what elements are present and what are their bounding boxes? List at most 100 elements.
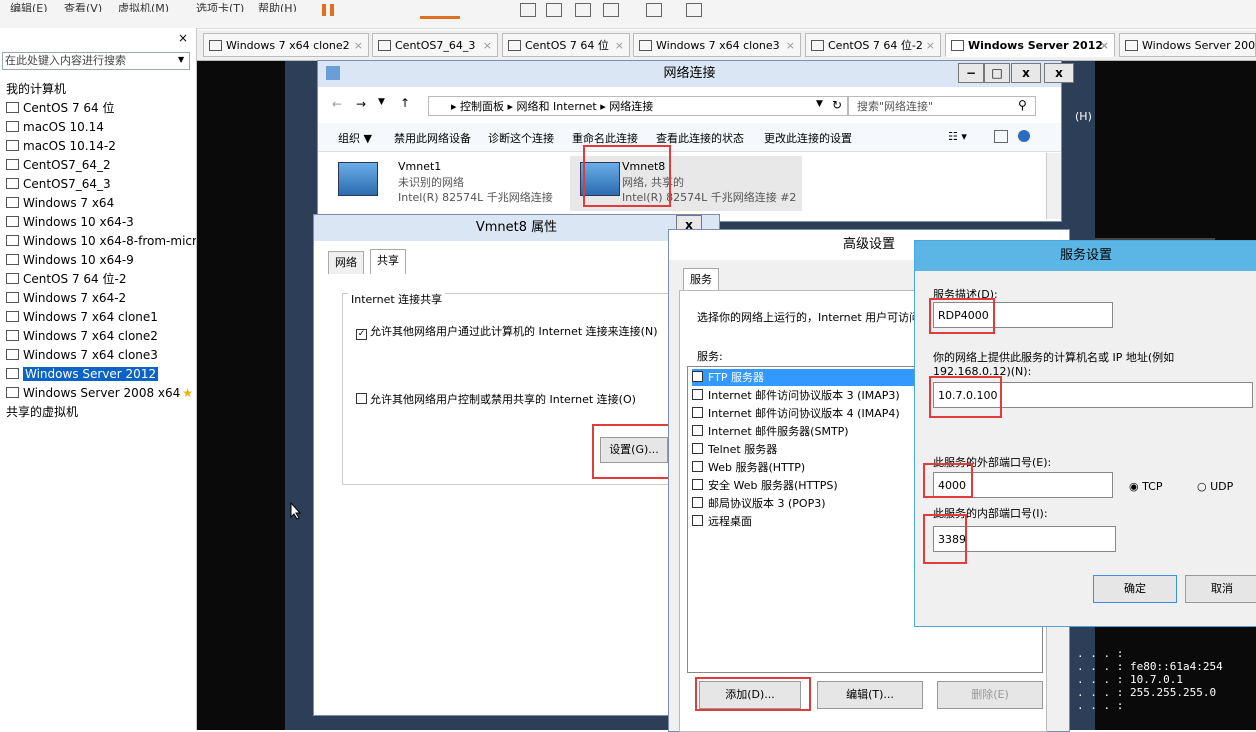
close-button[interactable]: x [1011, 63, 1041, 83]
menu-help[interactable]: 帮助(H) [258, 0, 297, 12]
up-icon[interactable]: ↑ [400, 96, 410, 110]
menu-view[interactable]: 查看(V) [64, 0, 102, 12]
list-item[interactable]: CentOS 7 64 位 [0, 99, 196, 118]
checkbox-unchecked[interactable] [692, 389, 703, 400]
back-icon[interactable]: ← [332, 97, 342, 111]
unity-icon[interactable] [546, 3, 562, 17]
list-item[interactable]: Windows 7 x64 clone3 [0, 346, 196, 365]
list-item[interactable]: Windows 10 x64-8-from-micro [0, 232, 196, 251]
close-icon[interactable]: × [178, 31, 188, 45]
radio-selected-icon[interactable]: ◉ [1129, 480, 1139, 493]
checkbox-unchecked[interactable] [356, 393, 367, 404]
checkbox-unchecked[interactable] [692, 443, 703, 454]
menu-tabs[interactable]: 选项卡(T) [196, 0, 244, 12]
close-icon[interactable]: × [615, 34, 624, 56]
breadcrumb[interactable]: ▸ 控制面板 ▸ 网络和 Internet ▸ 网络连接 [428, 96, 848, 116]
checkbox-unchecked[interactable] [692, 479, 703, 490]
list-item[interactable]: macOS 10.14-2 [0, 137, 196, 156]
chevron-down-icon[interactable]: ▼ [378, 97, 385, 107]
tcp-radio[interactable]: ◉ TCP [1129, 480, 1163, 493]
library-search-input[interactable]: 在此处键入内容进行搜索 [2, 52, 190, 70]
forward-icon[interactable]: → [356, 97, 366, 111]
checkbox-unchecked[interactable] [692, 371, 703, 382]
window-title-bar[interactable]: 网络连接 [318, 61, 1061, 87]
search-icon[interactable]: ⚲ [1018, 98, 1027, 112]
tab-sharing[interactable]: 共享 [370, 249, 406, 274]
list-item[interactable]: CentOS 7 64 位-2 [0, 270, 196, 289]
tree-shared[interactable]: 共享的虚拟机 [0, 403, 196, 422]
checkbox-unchecked[interactable] [692, 407, 703, 418]
menu-vm[interactable]: 虚拟机(M) [118, 0, 169, 12]
thumbnail-icon[interactable] [646, 3, 662, 17]
allow-control-checkbox[interactable]: 允许其他网络用户控制或禁用共享的 Internet 连接(O) [356, 391, 636, 407]
tab-centos7-64-2[interactable]: CentOS 7 64 位-2 × [805, 33, 941, 57]
scrollbar[interactable] [1046, 153, 1061, 219]
list-item[interactable]: Windows 7 x64 clone1 [0, 308, 196, 327]
organize-button[interactable]: 组织 ▼ [338, 130, 372, 146]
checkbox-unchecked[interactable] [692, 461, 703, 472]
change-settings-button[interactable]: 更改此连接的设置 [764, 130, 852, 146]
close-icon[interactable]: × [786, 34, 795, 56]
list-item[interactable]: Windows 10 x64-9 [0, 251, 196, 270]
console-view-icon[interactable] [575, 3, 591, 17]
list-item[interactable]: Windows 7 x64 [0, 194, 196, 213]
maximize-button[interactable]: □ [984, 63, 1010, 83]
checkbox-unchecked[interactable] [692, 425, 703, 436]
list-item[interactable]: CentOS7_64_2 [0, 156, 196, 175]
tab-windows7-clone2[interactable]: Windows 7 x64 clone2 × [203, 33, 369, 57]
list-item-selected[interactable]: Windows Server 2012 [0, 365, 196, 384]
allow-connect-checkbox[interactable]: ✓ 允许其他网络用户通过此计算机的 Internet 连接来连接(N) [356, 323, 657, 340]
view-icon[interactable] [686, 3, 702, 17]
delete-button[interactable]: 删除(E) [937, 681, 1043, 709]
list-item[interactable]: Windows 7 x64 clone2 [0, 327, 196, 346]
tab-centos7-64[interactable]: CentOS 7 64 位 × [502, 33, 630, 57]
button-label: 删除(E) [971, 688, 1009, 701]
fullscreen-icon[interactable] [520, 3, 536, 17]
stretch-icon[interactable] [603, 3, 619, 17]
menu-edit[interactable]: 编辑(E) [10, 0, 48, 12]
view-options-icon[interactable]: ☷ ▾ [948, 130, 967, 143]
close-icon[interactable]: × [483, 34, 492, 56]
pause-icon[interactable] [322, 4, 326, 16]
tree-root-label: 我的计算机 [6, 82, 67, 96]
diagnose-button[interactable]: 诊断这个连接 [488, 130, 554, 146]
close-icon[interactable]: × [926, 34, 935, 56]
dialog-title-bar[interactable]: 服务设置 [915, 241, 1256, 271]
udp-radio[interactable]: ○ UDP [1197, 480, 1233, 493]
tab-windows7-clone3[interactable]: Windows 7 x64 clone3 × [633, 33, 801, 57]
close-button-secondary[interactable]: x [1044, 63, 1074, 83]
tab-windows-server-2012[interactable]: Windows Server 2012 × [945, 33, 1115, 57]
tree-root[interactable]: 我的计算机 [0, 80, 196, 99]
minimize-button[interactable]: − [958, 63, 984, 83]
list-item[interactable]: Windows 7 x64-2 [0, 289, 196, 308]
list-item[interactable]: macOS 10.14 [0, 118, 196, 137]
list-item[interactable]: CentOS7_64_3 [0, 175, 196, 194]
tab-network[interactable]: 网络 [328, 251, 364, 274]
radio-unselected-icon[interactable]: ○ [1197, 480, 1207, 493]
list-item[interactable]: Windows 10 x64-3 [0, 213, 196, 232]
edit-button[interactable]: 编辑(T)... [817, 681, 923, 709]
star-icon: ★ [182, 386, 194, 400]
close-icon[interactable]: × [1100, 34, 1109, 56]
cancel-button[interactable]: 取消 [1185, 575, 1256, 603]
ok-button[interactable]: 确定 [1093, 575, 1177, 603]
adapter-vmnet1[interactable]: Vmnet1 未识别的网络 Intel(R) 82574L 千兆网络连接 [328, 156, 558, 211]
preview-pane-icon[interactable] [994, 130, 1008, 143]
dialog-title-bar[interactable]: Vmnet8 属性 [314, 215, 719, 241]
checkbox-unchecked[interactable] [692, 497, 703, 508]
tab-centos7-64-3[interactable]: CentOS7_64_3 × [372, 33, 498, 57]
chevron-down-icon[interactable]: ▼ [816, 99, 823, 109]
disable-device-button[interactable]: 禁用此网络设备 [394, 130, 471, 146]
help-icon[interactable] [1018, 130, 1030, 142]
search-input[interactable]: 搜索"网络连接" [848, 96, 1036, 116]
refresh-icon[interactable]: ↻ [832, 98, 842, 112]
rename-button[interactable]: 重命名此连接 [572, 130, 638, 146]
chevron-down-icon[interactable]: ▼ [178, 55, 184, 64]
snapshot-icon[interactable] [420, 4, 460, 19]
list-item[interactable]: Windows Server 2008 x64 ★ [0, 384, 196, 403]
checkbox-checked[interactable]: ✓ [356, 329, 367, 340]
checkbox-unchecked[interactable] [692, 515, 703, 526]
close-icon[interactable]: × [354, 34, 363, 56]
view-status-button[interactable]: 查看此连接的状态 [656, 130, 744, 146]
tab-windows-server-2008[interactable]: Windows Server 2008 x64 [1119, 33, 1256, 57]
